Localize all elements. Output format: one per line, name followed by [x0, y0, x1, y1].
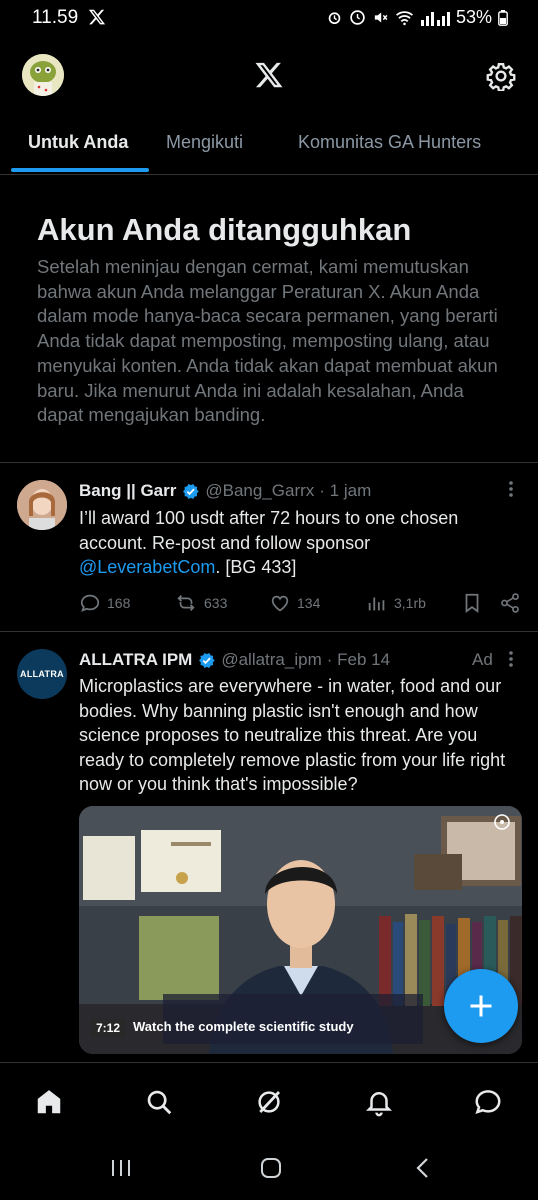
mute-icon — [374, 12, 388, 23]
battery-percent: 53% — [455, 7, 492, 27]
mention-link[interactable]: @LeverabetCom — [79, 557, 215, 577]
divider — [0, 174, 538, 175]
video-duration: 7:12 — [90, 1018, 127, 1038]
ad-author-handle[interactable]: @allatra_ipm — [221, 650, 321, 670]
system-nav-bar — [0, 1138, 538, 1200]
suspended-body: Setelah meninjau dengan cermat, kami mem… — [37, 256, 498, 426]
ad-label: Ad — [472, 650, 493, 669]
more-options-icon[interactable] — [508, 480, 514, 498]
ad-author-name[interactable]: ALLATRA IPM — [79, 650, 192, 670]
tweet-text-part: . [BG 433] — [215, 557, 297, 577]
x-logo-icon[interactable] — [254, 60, 284, 90]
video-settings-icon[interactable] — [492, 812, 512, 832]
alarm-icon — [328, 12, 341, 25]
back-icon[interactable] — [413, 1156, 433, 1180]
repost-count: 633 — [204, 595, 228, 611]
home-icon[interactable] — [34, 1087, 64, 1117]
search-icon[interactable] — [144, 1087, 174, 1117]
bookmark-icon — [465, 593, 479, 613]
divider — [0, 631, 538, 632]
like-count: 134 — [297, 595, 321, 611]
tab-mengikuti[interactable]: Mengikuti — [166, 132, 243, 153]
ad-tweet-text: Microplastics are everywhere - in water,… — [79, 676, 506, 794]
clock-icon — [350, 10, 365, 25]
repost-button[interactable]: 633 — [174, 592, 227, 614]
tab-komunitas[interactable]: Komunitas GA Hunters — [298, 132, 481, 153]
battery-icon — [498, 9, 508, 26]
recent-apps-icon[interactable] — [110, 1158, 132, 1178]
messages-icon[interactable] — [473, 1087, 503, 1117]
reply-count: 168 — [107, 595, 131, 611]
verified-badge-icon — [181, 482, 200, 501]
status-icons: 53% — [326, 7, 508, 28]
share-icon — [501, 593, 519, 613]
verified-badge-icon — [197, 651, 216, 670]
suspended-title: Akun Anda ditangguhkan — [37, 212, 412, 247]
system-home-icon[interactable] — [259, 1156, 283, 1180]
grok-icon[interactable] — [254, 1087, 284, 1117]
tweet-author-avatar[interactable] — [17, 480, 67, 530]
views-button[interactable]: 3,1rb — [366, 592, 426, 614]
ad-timestamp: · Feb 14 — [326, 650, 391, 669]
tweet-author-name[interactable]: Bang || Garr — [79, 481, 176, 501]
timeline-tabs: Untuk Anda Mengikuti Komunitas GA Hunter… — [0, 124, 538, 174]
compose-button[interactable] — [444, 969, 518, 1043]
bottom-nav — [0, 1062, 538, 1139]
profile-avatar[interactable] — [22, 54, 64, 96]
status-bar: 11.59 53% — [0, 0, 538, 36]
more-options-icon[interactable] — [508, 650, 514, 668]
tweet-header: Bang || Garr @Bang_Garrx · 1 jam — [79, 481, 371, 501]
view-count: 3,1rb — [394, 595, 426, 611]
plus-icon — [470, 995, 492, 1017]
tweet-timestamp[interactable]: · 1 jam — [319, 481, 371, 501]
wifi-icon — [395, 11, 413, 26]
repost-icon — [177, 595, 195, 611]
heart-icon — [271, 595, 289, 612]
tweet-author-handle[interactable]: @Bang_Garrx — [205, 481, 314, 501]
reply-button[interactable]: 168 — [79, 592, 130, 614]
ad-tweet-header: ALLATRA IPM @allatra_ipm · Feb 14 — [79, 650, 390, 670]
video-caption[interactable]: Watch the complete scientific study — [133, 1019, 354, 1034]
divider — [0, 462, 538, 463]
tweet-text-part: I’ll award 100 usdt after 72 hours to on… — [79, 508, 459, 553]
status-time: 11.59 — [32, 7, 79, 28]
reply-icon — [80, 594, 100, 612]
tab-untuk-anda[interactable]: Untuk Anda — [28, 132, 128, 153]
ad-author-avatar[interactable]: ALLATRA — [17, 649, 67, 699]
views-chart-icon — [368, 597, 385, 611]
like-button[interactable]: 134 — [269, 592, 320, 614]
x-notification-icon — [88, 8, 106, 26]
tweet-text: I’ll award 100 usdt after 72 hours to on… — [79, 506, 509, 580]
bookmark-button[interactable] — [461, 592, 483, 614]
tweet-actions: 168 633 134 3,1rb — [79, 592, 524, 618]
signal-icon — [420, 11, 450, 26]
notifications-bell-icon[interactable] — [364, 1087, 394, 1117]
share-button[interactable] — [499, 592, 521, 614]
active-tab-indicator — [11, 168, 149, 172]
settings-gear-icon[interactable] — [486, 61, 516, 91]
